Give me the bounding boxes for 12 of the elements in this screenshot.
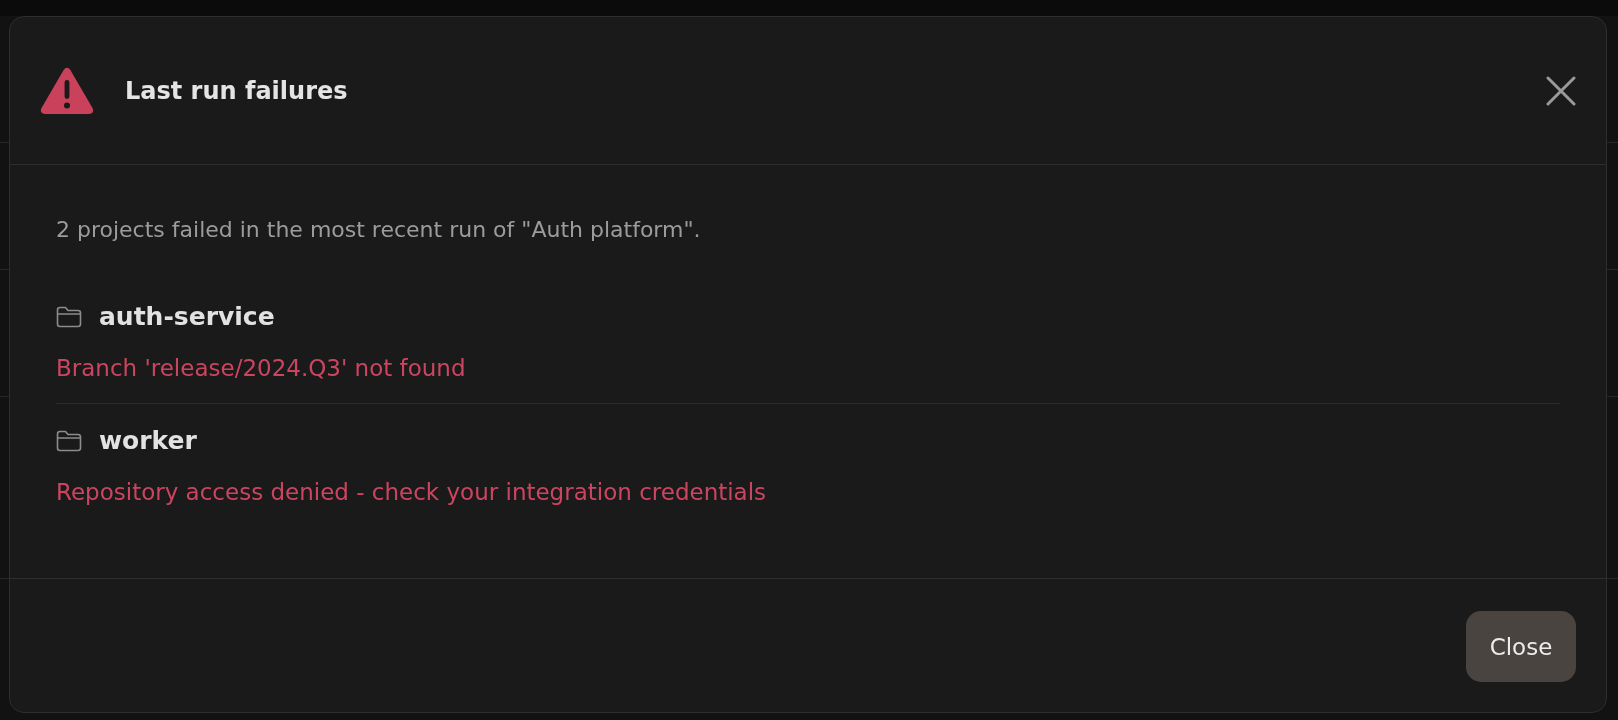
close-button[interactable]: [1546, 75, 1576, 106]
failure-summary: 2 projects failed in the most recent run of "Auth platform".: [56, 217, 702, 243]
project-name: worker: [99, 425, 197, 457]
error-message: Branch 'release/2024.Q3' not found: [56, 355, 467, 381]
folder-icon: [56, 306, 82, 328]
error-message: Repository access denied - check your integration credentials: [56, 479, 768, 505]
dialog-title: Last run failures: [125, 76, 349, 105]
project-name: auth-service: [99, 301, 275, 333]
folder-icon: [56, 430, 82, 452]
close-button[interactable]: Close: [1466, 611, 1576, 682]
warning-icon: [40, 66, 94, 115]
close-icon: [1546, 75, 1576, 106]
